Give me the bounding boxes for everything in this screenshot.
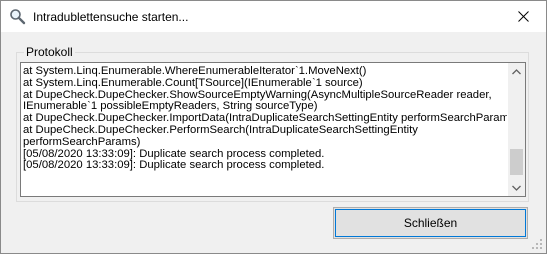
resize-grip-icon[interactable] — [531, 238, 543, 250]
log-line: IEnumerable`1 possibleEmptyReaders, Stri… — [23, 101, 318, 113]
protocol-group-label: Protokoll — [24, 45, 75, 59]
log-line: at DupeCheck.DupeChecker.ShowSourceEmpty… — [23, 89, 492, 101]
log-line: [05/08/2020 13:33:09]: Duplicate search … — [23, 160, 325, 172]
dialog-window: Intradublettensuche starten... Protokoll… — [0, 0, 547, 254]
protocol-log[interactable]: at System.Linq.Enumerable.WhereEnumerabl… — [20, 62, 526, 197]
focus-outline — [335, 209, 526, 237]
magnifier-icon — [10, 9, 26, 25]
chevron-down-icon — [512, 185, 521, 191]
log-line: performSearchParams) — [23, 136, 141, 148]
close-button[interactable]: Schließen — [333, 207, 528, 239]
scroll-up-button[interactable] — [508, 63, 525, 80]
title-bar[interactable]: Intradublettensuche starten... — [1, 1, 546, 32]
log-line: at DupeCheck.DupeChecker.PerformSearch(I… — [23, 124, 418, 136]
close-window-button[interactable] — [500, 1, 546, 32]
log-line: at DupeCheck.DupeChecker.ImportData(Intr… — [23, 113, 507, 125]
close-icon — [517, 11, 529, 22]
window-title: Intradublettensuche starten... — [33, 10, 189, 24]
vertical-scrollbar[interactable] — [508, 63, 525, 196]
log-lines: at System.Linq.Enumerable.WhereEnumerabl… — [23, 66, 507, 172]
chevron-up-icon — [512, 68, 521, 74]
log-line: [05/08/2020 13:33:09]: Duplicate search … — [23, 148, 325, 160]
log-line: at System.Linq.Enumerable.Count[TSource]… — [23, 77, 363, 89]
log-line: at System.Linq.Enumerable.WhereEnumerabl… — [23, 66, 367, 77]
scroll-down-button[interactable] — [508, 179, 525, 196]
scrollbar-thumb[interactable] — [510, 149, 523, 175]
